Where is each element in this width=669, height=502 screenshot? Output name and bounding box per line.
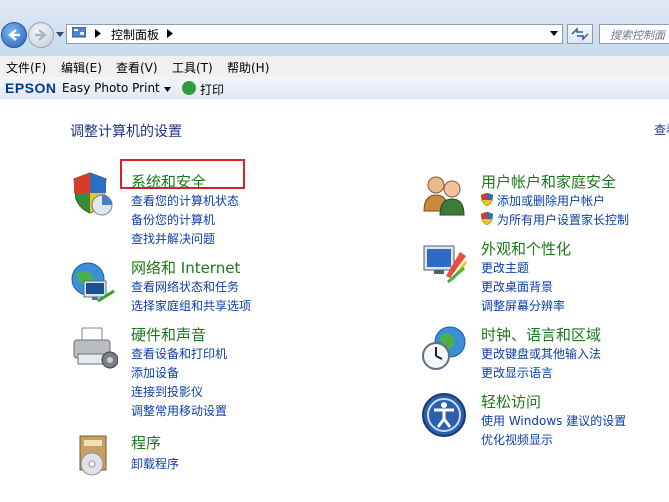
address-bar: 控制面板 搜索控制面: [0, 0, 669, 56]
epson-logo: EPSON: [5, 80, 57, 96]
link-recommended-settings[interactable]: 使用 Windows 建议的设置: [481, 412, 626, 429]
menu-bar: 文件(F) 编辑(E) 查看(V) 工具(T) 帮助(H): [0, 56, 669, 78]
link-troubleshoot[interactable]: 查找并解决问题: [131, 230, 215, 247]
breadcrumb-control-panel[interactable]: 控制面板: [111, 26, 159, 43]
link-uninstall-program[interactable]: 卸载程序: [131, 455, 179, 472]
link-change-display-language[interactable]: 更改显示语言: [481, 364, 553, 381]
network-icon[interactable]: [70, 257, 118, 305]
view-by-label[interactable]: 查看: [654, 121, 669, 138]
chevron-down-icon[interactable]: [550, 31, 558, 37]
link-devices-printers[interactable]: 查看设备和打印机: [131, 345, 227, 362]
printer-icon[interactable]: [70, 324, 118, 372]
recent-pages-icon[interactable]: [56, 30, 64, 38]
link-desktop-background[interactable]: 更改桌面背景: [481, 278, 553, 295]
menu-help[interactable]: 帮助(H): [227, 59, 269, 76]
link-network-status[interactable]: 查看网络状态和任务: [131, 278, 239, 295]
shield-icon[interactable]: [70, 169, 118, 217]
forward-arrow-icon: [35, 29, 47, 41]
category-programs[interactable]: 程序: [131, 432, 161, 453]
back-button[interactable]: [1, 22, 27, 48]
print-button[interactable]: 打印: [200, 81, 224, 98]
link-mobility-settings[interactable]: 调整常用移动设置: [131, 402, 227, 419]
print-icon: [182, 81, 196, 95]
ease-of-access-icon[interactable]: [420, 391, 468, 439]
users-icon[interactable]: [420, 171, 468, 219]
clock-globe-icon[interactable]: [420, 324, 468, 372]
category-appearance[interactable]: 外观和个性化: [481, 238, 571, 259]
refresh-button[interactable]: [567, 24, 593, 44]
link-add-device[interactable]: 添加设备: [131, 364, 179, 381]
appearance-icon[interactable]: [420, 238, 468, 286]
chevron-down-icon[interactable]: [164, 87, 171, 92]
link-parental-controls[interactable]: 为所有用户设置家长控制: [497, 211, 629, 228]
menu-file[interactable]: 文件(F): [6, 59, 46, 76]
link-optimize-video[interactable]: 优化视频显示: [481, 431, 553, 448]
link-connect-projector[interactable]: 连接到投影仪: [131, 383, 203, 400]
link-change-keyboard[interactable]: 更改键盘或其他输入法: [481, 345, 601, 362]
breadcrumb-chevron-icon[interactable]: [95, 29, 101, 38]
link-homegroup-sharing[interactable]: 选择家庭组和共享选项: [131, 297, 251, 314]
link-change-theme[interactable]: 更改主题: [481, 259, 529, 276]
category-clock-language-region[interactable]: 时钟、语言和区域: [481, 324, 601, 345]
link-view-computer-status[interactable]: 查看您的计算机状态: [131, 192, 239, 209]
link-screen-resolution[interactable]: 调整屏幕分辨率: [481, 297, 565, 314]
forward-button[interactable]: [28, 22, 54, 48]
easy-photo-print-button[interactable]: Easy Photo Print: [62, 81, 160, 95]
control-panel-content: 调整计算机的设置 查看 系统和安全 查看您的计算机状态 备份您的计算机 查找并解…: [0, 99, 669, 502]
address-path-box[interactable]: 控制面板: [66, 24, 563, 44]
search-placeholder: 搜索控制面: [610, 29, 665, 42]
menu-edit[interactable]: 编辑(E): [61, 59, 102, 76]
back-arrow-icon: [8, 29, 20, 41]
page-title: 调整计算机的设置: [70, 124, 182, 140]
category-user-accounts[interactable]: 用户帐户和家庭安全: [481, 171, 616, 192]
refresh-icon: [571, 27, 589, 41]
uac-shield-icon: [481, 212, 493, 225]
breadcrumb-chevron-icon[interactable]: [167, 29, 173, 38]
category-ease-of-access[interactable]: 轻松访问: [481, 391, 541, 412]
link-backup-computer[interactable]: 备份您的计算机: [131, 211, 215, 228]
category-system-security[interactable]: 系统和安全: [131, 171, 206, 192]
control-panel-icon: [72, 27, 86, 38]
category-hardware-sound[interactable]: 硬件和声音: [131, 324, 206, 345]
menu-view[interactable]: 查看(V): [116, 59, 158, 76]
uac-shield-icon: [481, 193, 493, 206]
link-add-remove-accounts[interactable]: 添加或删除用户帐户: [497, 192, 605, 209]
search-input[interactable]: 搜索控制面: [599, 24, 669, 44]
category-network-internet[interactable]: 网络和 Internet: [131, 257, 240, 278]
menu-tools[interactable]: 工具(T): [172, 59, 213, 76]
toolbar: EPSON Easy Photo Print 打印: [0, 77, 669, 100]
programs-icon[interactable]: [70, 430, 118, 478]
